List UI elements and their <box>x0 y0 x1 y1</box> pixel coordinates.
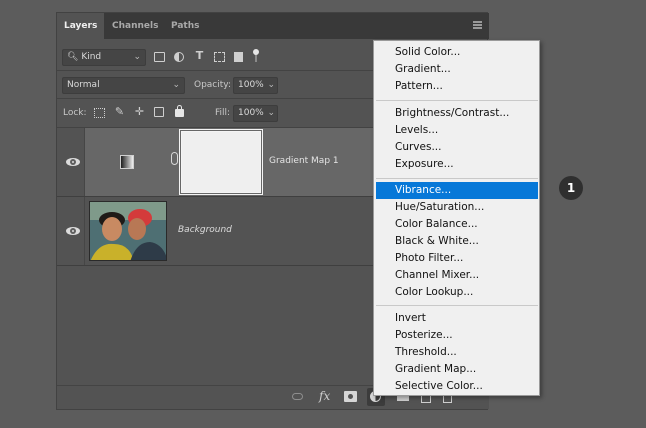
kind-label: Kind <box>81 52 102 62</box>
lock-all-shackle <box>177 105 182 110</box>
type-layer-filter-icon[interactable]: T <box>194 50 205 61</box>
link-layers-icon[interactable] <box>292 393 303 400</box>
opacity-field[interactable]: 100% ⌄ <box>233 77 278 94</box>
chevron-down-icon: ⌄ <box>133 52 141 62</box>
menu-item-gradient[interactable]: Gradient... <box>376 61 538 78</box>
photo-image <box>90 202 166 260</box>
layer-name[interactable]: Background <box>178 225 232 235</box>
menu-item-vibrance[interactable]: Vibrance... <box>376 182 538 199</box>
menu-item-solid-color[interactable]: Solid Color... <box>376 44 538 61</box>
eye-icon[interactable] <box>66 158 80 166</box>
menu-item-gradient-map[interactable]: Gradient Map... <box>376 361 538 378</box>
opacity-label: Opacity: <box>194 80 231 90</box>
menu-separator <box>376 100 538 101</box>
menu-item-black-white[interactable]: Black & White... <box>376 233 538 250</box>
menu-item-photo-filter[interactable]: Photo Filter... <box>376 250 538 267</box>
menu-item-channel-mixer[interactable]: Channel Mixer... <box>376 267 538 284</box>
menu-item-exposure[interactable]: Exposure... <box>376 156 538 173</box>
lock-artboard-icon[interactable] <box>154 107 164 117</box>
search-icon: 🔍︎ <box>67 52 79 62</box>
filter-toggle-stem <box>255 55 257 62</box>
opacity-value: 100% <box>238 80 264 90</box>
lock-position-icon[interactable]: ✛ <box>134 106 145 117</box>
menu-item-threshold[interactable]: Threshold... <box>376 344 538 361</box>
lock-image-pixels-icon[interactable]: ✎ <box>114 106 125 117</box>
blend-mode-select[interactable]: Normal ⌄ <box>62 77 185 94</box>
menu-item-color-lookup[interactable]: Color Lookup... <box>376 284 538 301</box>
lock-transparent-pixels-icon[interactable] <box>94 108 105 118</box>
divider <box>84 128 85 196</box>
fill-value: 100% <box>238 108 264 118</box>
tab-paths[interactable]: Paths <box>164 13 207 39</box>
tab-layers[interactable]: Layers <box>57 13 105 39</box>
kind-filter-select[interactable]: 🔍︎ Kind ⌄ <box>62 49 146 66</box>
chevron-down-icon: ⌄ <box>267 108 275 118</box>
menu-separator <box>376 305 538 306</box>
link-icon[interactable] <box>171 152 178 165</box>
adjustment-layer-menu: Solid Color... Gradient... Pattern... Br… <box>373 40 540 396</box>
menu-item-curves[interactable]: Curves... <box>376 139 538 156</box>
step-number-badge: 1 <box>559 176 583 200</box>
menu-item-selective-color[interactable]: Selective Color... <box>376 378 538 395</box>
menu-item-levels[interactable]: Levels... <box>376 122 538 139</box>
panel-tab-bar: Layers Channels Paths <box>57 13 489 39</box>
smart-object-filter-icon[interactable] <box>234 52 243 62</box>
divider <box>84 197 85 265</box>
menu-item-pattern[interactable]: Pattern... <box>376 78 538 95</box>
fill-field[interactable]: 100% ⌄ <box>233 105 278 122</box>
panel-menu-icon[interactable] <box>473 21 482 29</box>
shape-layer-filter-icon[interactable] <box>214 52 225 62</box>
menu-item-invert[interactable]: Invert <box>376 310 538 327</box>
eye-icon[interactable] <box>66 227 80 235</box>
blend-mode-value: Normal <box>67 80 100 90</box>
pixel-layer-filter-icon[interactable] <box>154 52 165 62</box>
layer-thumbnail-photo[interactable] <box>89 201 167 261</box>
menu-item-color-balance[interactable]: Color Balance... <box>376 216 538 233</box>
layer-mask-thumbnail[interactable] <box>181 131 261 193</box>
menu-separator <box>376 178 538 179</box>
menu-item-hue-saturation[interactable]: Hue/Saturation... <box>376 199 538 216</box>
menu-item-posterize[interactable]: Posterize... <box>376 327 538 344</box>
layer-name[interactable]: Gradient Map 1 <box>269 156 339 166</box>
menu-item-brightness-contrast[interactable]: Brightness/Contrast... <box>376 105 538 122</box>
chevron-down-icon: ⌄ <box>267 80 275 90</box>
tab-channels[interactable]: Channels <box>105 13 165 39</box>
fx-icon[interactable]: fx <box>319 389 330 403</box>
gradient-map-adjustment-icon <box>120 155 134 169</box>
adjustment-layer-filter-icon[interactable] <box>174 52 184 62</box>
fill-label: Fill: <box>215 108 231 118</box>
lock-label: Lock: <box>63 108 87 118</box>
add-mask-hole <box>348 394 353 399</box>
chevron-down-icon: ⌄ <box>172 80 180 90</box>
lock-all-icon[interactable] <box>175 109 184 117</box>
